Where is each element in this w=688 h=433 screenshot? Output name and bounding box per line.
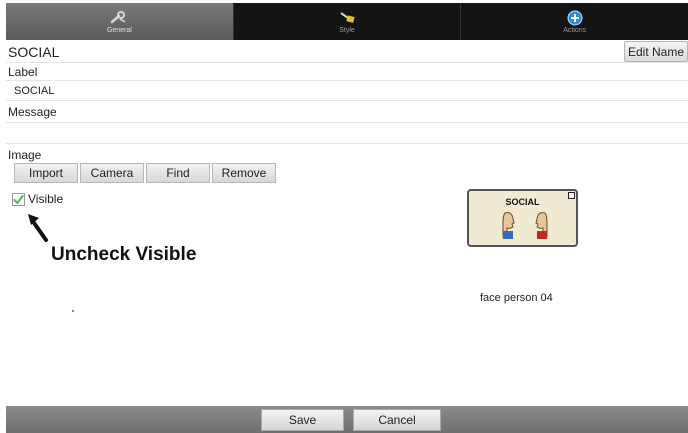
camera-button[interactable]: Camera — [80, 163, 144, 183]
image-name-caption: face person 04 — [480, 292, 553, 304]
visible-checkbox[interactable] — [12, 192, 25, 206]
tab-bar: General Style Actions — [6, 3, 688, 40]
preview-label: SOCIAL — [505, 197, 540, 207]
tab-label: Style — [339, 26, 355, 34]
face-person-icon — [502, 212, 548, 239]
remove-button[interactable]: Remove — [212, 163, 276, 183]
tab-label: General — [106, 26, 132, 34]
visible-toggle[interactable]: Visible — [12, 192, 63, 206]
label-field[interactable]: SOCIAL — [14, 85, 54, 97]
cancel-button[interactable]: Cancel — [353, 409, 441, 431]
message-heading: Message — [8, 105, 57, 119]
divider — [6, 122, 688, 123]
message-field[interactable] — [14, 126, 684, 142]
tab-general[interactable]: General — [6, 3, 234, 40]
tab-actions[interactable]: Actions — [461, 3, 688, 40]
tab-style[interactable]: Style — [234, 3, 462, 40]
footer-bar: Save Cancel — [6, 406, 688, 433]
edit-button-dialog: General Style Actions SOCIAL Edit Name L… — [0, 0, 688, 433]
edit-name-button[interactable]: Edit Name — [624, 41, 688, 62]
find-button[interactable]: Find — [146, 163, 210, 183]
paintbrush-icon — [338, 10, 356, 26]
checkmark-icon — [13, 194, 24, 204]
divider — [6, 143, 688, 144]
image-heading: Image — [8, 148, 42, 162]
divider — [6, 100, 688, 101]
save-button[interactable]: Save — [261, 409, 344, 431]
general-panel: SOCIAL Edit Name Label SOCIAL Message Im… — [6, 40, 688, 406]
button-preview: SOCIAL — [467, 189, 578, 247]
divider — [6, 62, 688, 63]
wrench-icon — [110, 10, 128, 26]
import-button[interactable]: Import — [14, 163, 78, 183]
tab-label: Actions — [563, 26, 587, 34]
arrow-icon — [28, 214, 48, 242]
page-title: SOCIAL — [8, 44, 60, 60]
instruction-annotation: Uncheck Visible — [51, 244, 197, 265]
visible-label: Visible — [28, 192, 64, 206]
stray-dot — [72, 310, 74, 312]
label-heading: Label — [8, 65, 38, 79]
plus-circle-icon — [566, 10, 584, 26]
image-button-group: Import Camera Find Remove — [14, 163, 276, 183]
divider — [6, 80, 688, 81]
